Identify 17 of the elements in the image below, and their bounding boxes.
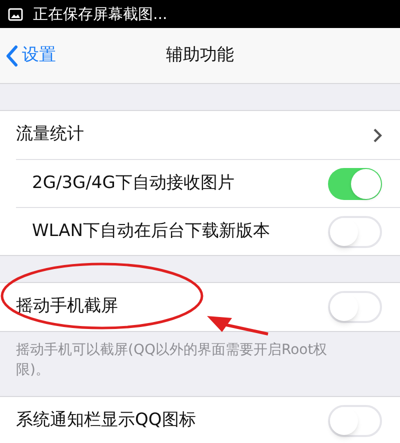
toggle-switch[interactable]	[328, 405, 382, 437]
nav-title: 辅助功能	[166, 44, 234, 67]
setting-label: 2G/3G/4G下自动接收图片	[32, 172, 234, 195]
footer-note: 摇动手机可以截屏(QQ以外的界面需要开启Root权限)。	[15, 341, 328, 380]
arrow	[207, 316, 268, 336]
settings-row[interactable]: 流量统计	[0, 111, 400, 159]
image-icon	[8, 8, 23, 20]
toggle-switch[interactable]	[328, 291, 382, 323]
toggle-switch[interactable]	[328, 168, 382, 200]
back-button[interactable]: 设置	[0, 42, 56, 68]
toggle-switch[interactable]	[328, 216, 382, 248]
setting-label: 系统通知栏显示QQ图标	[16, 409, 196, 432]
back-icon	[6, 44, 18, 66]
setting-label: 摇动手机截屏	[16, 295, 118, 318]
setting-label: WLAN下自动在后台下载新版本	[32, 220, 270, 243]
status-text: 正在保存屏幕截图...	[33, 4, 168, 25]
chevron-icon	[373, 128, 382, 142]
